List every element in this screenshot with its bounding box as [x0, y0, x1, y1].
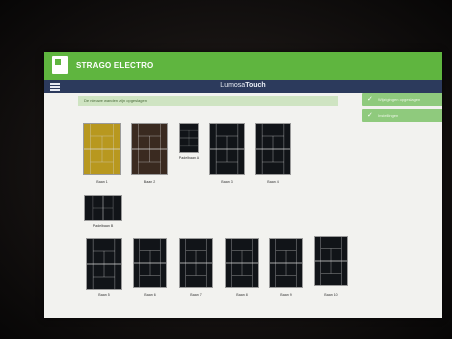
brand-name: STRAGO ELECTRO	[76, 61, 154, 70]
app-title: LumosaTouch	[44, 82, 442, 89]
court-lines	[210, 124, 244, 174]
app-title-prefix: Lumosa	[220, 82, 246, 89]
court-surface	[225, 238, 259, 288]
court-surface	[83, 123, 121, 175]
court-surface	[209, 123, 245, 175]
court-tile-baan-4[interactable]: Baan 4	[255, 123, 291, 184]
court-lines	[270, 239, 302, 287]
check-icon: ✓	[367, 96, 373, 103]
court-label: Padelbaan B	[92, 224, 114, 228]
court-surface	[179, 238, 213, 288]
court-label: Baan 10	[324, 293, 338, 297]
court-lines	[256, 124, 290, 174]
court-tile-baan-9[interactable]: Baan 9	[269, 238, 303, 297]
app-title-suffix: Touch	[245, 82, 266, 89]
court-surface	[255, 123, 291, 175]
save-notice: De nieuwe wanden zijn opgeslagen	[78, 96, 338, 106]
court-tile-baan-8[interactable]: Baan 8	[225, 238, 259, 297]
court-lines	[180, 239, 212, 287]
navigation-bar: LumosaTouch	[44, 80, 442, 93]
court-tile-baan-2[interactable]: Baan 2	[131, 123, 168, 184]
toast-notification[interactable]: ✓ Wijzigingen opgeslagen	[362, 93, 442, 106]
toast-text: Instellingen	[378, 113, 399, 118]
court-tile-baan-3[interactable]: Baan 3	[209, 123, 245, 184]
toast-notification[interactable]: ✓ Instellingen	[362, 109, 442, 122]
court-surface	[314, 236, 348, 286]
court-tile-padelbaan-a[interactable]: Padelbaan A	[179, 123, 199, 160]
tablet-bezel: STRAGO ELECTRO LumosaTouch De nieuwe wan…	[0, 0, 452, 339]
strago-logo-icon	[52, 56, 68, 74]
court-label: Baan 4	[267, 180, 279, 184]
court-label: Padelbaan A	[178, 156, 200, 160]
court-tile-baan-1[interactable]: Baan 1	[83, 123, 121, 184]
court-lines	[134, 239, 166, 287]
court-surface	[179, 123, 199, 153]
court-surface	[133, 238, 167, 288]
toast-text: Wijzigingen opgeslagen	[378, 97, 421, 102]
court-tile-baan-10[interactable]: Baan 10	[314, 236, 348, 297]
court-lines	[84, 124, 120, 174]
court-surface	[131, 123, 168, 175]
court-tile-baan-6[interactable]: Baan 6	[133, 238, 167, 297]
court-lines	[132, 124, 167, 174]
court-lines	[92, 196, 114, 220]
check-icon: ✓	[367, 112, 373, 119]
court-surface	[269, 238, 303, 288]
court-lines	[180, 130, 198, 146]
court-surface	[86, 238, 122, 290]
court-lines	[226, 239, 258, 287]
court-lines	[87, 239, 121, 289]
court-lines	[315, 237, 347, 285]
court-label: Baan 2	[143, 180, 156, 184]
court-surface	[84, 195, 122, 221]
app-header: STRAGO ELECTRO	[44, 52, 442, 80]
court-tile-baan-5[interactable]: Baan 5	[86, 238, 122, 297]
court-tile-baan-7[interactable]: Baan 7	[179, 238, 213, 297]
tablet-screen: STRAGO ELECTRO LumosaTouch De nieuwe wan…	[44, 52, 442, 318]
court-tile-padelbaan-b[interactable]: Padelbaan B	[84, 195, 122, 228]
